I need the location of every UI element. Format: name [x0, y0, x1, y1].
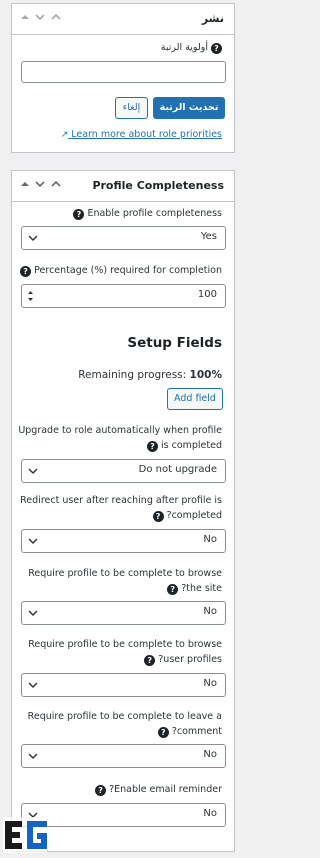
- chevron-down-icon: [28, 610, 38, 616]
- help-icon[interactable]: ?: [144, 655, 156, 666]
- comment-select[interactable]: No: [21, 744, 226, 768]
- chevron-down-icon: [28, 468, 38, 474]
- chevron-down-icon: [28, 538, 38, 544]
- priority-label: أولوية الرتبة ?: [161, 40, 222, 55]
- comment-label-line2: ?comment: [171, 726, 222, 737]
- collapse-icon[interactable]: [50, 177, 62, 191]
- browse-site-label-line2: ?the site: [181, 583, 222, 594]
- help-icon[interactable]: ?: [20, 266, 32, 277]
- upgrade-label: Upgrade to role automatically when profi…: [18, 423, 222, 453]
- browse-profiles-select[interactable]: No: [21, 673, 226, 697]
- move-down-icon[interactable]: [34, 10, 46, 24]
- profile-completeness-box: Profile Completeness ? Enable profile co…: [11, 170, 235, 852]
- enable-label-text: Enable profile completeness: [87, 208, 222, 219]
- remaining-progress: Remaining progress: 100%: [78, 368, 222, 383]
- publish-box-header: نشر: [12, 4, 234, 35]
- chevron-down-icon: [28, 753, 38, 759]
- enable-select[interactable]: Yes: [21, 226, 226, 250]
- add-field-button[interactable]: Add field: [167, 388, 223, 410]
- redirect-label-line2: ?completed: [166, 510, 222, 521]
- enable-label: ? Enable profile completeness: [73, 206, 222, 221]
- cancel-button[interactable]: إلغاء: [115, 97, 148, 119]
- help-icon[interactable]: ?: [95, 785, 107, 796]
- comment-select-value: No: [203, 749, 217, 760]
- upgrade-select-value: Do not upgrade: [138, 464, 217, 475]
- email-reminder-select-value: No: [203, 808, 217, 819]
- redirect-label-line1: Redirect user after reaching after profi…: [20, 495, 222, 506]
- percentage-input-value: 100: [197, 289, 217, 300]
- eg-logo: [3, 817, 47, 853]
- comment-label-line1: Require profile to be complete to leave …: [27, 711, 222, 722]
- publish-box-title: نشر: [201, 12, 224, 25]
- chevron-down-icon: [28, 682, 38, 688]
- collapse-icon[interactable]: [50, 10, 62, 24]
- upgrade-select[interactable]: Do not upgrade: [21, 459, 226, 483]
- move-up-icon[interactable]: [20, 177, 30, 191]
- percentage-label: ? Percentage (%) required for completion: [20, 263, 222, 278]
- browse-profiles-label: Require profile to be complete to browse…: [28, 637, 222, 667]
- number-stepper-icon[interactable]: [27, 289, 34, 303]
- box-controls: [20, 10, 62, 24]
- learn-more-link[interactable]: ↗ Learn more about role priorities: [61, 129, 222, 140]
- browse-profiles-label-line1: Require profile to be complete to browse: [28, 639, 222, 650]
- box-controls: [20, 177, 62, 191]
- redirect-select[interactable]: No: [21, 529, 226, 553]
- browse-profiles-label-line2: ?user profiles: [158, 654, 222, 665]
- help-icon[interactable]: ?: [211, 43, 222, 54]
- help-icon[interactable]: ?: [152, 511, 164, 522]
- update-role-button[interactable]: تحديث الرتبة: [153, 97, 225, 119]
- remaining-label: Remaining progress:: [78, 369, 187, 381]
- redirect-select-value: No: [203, 534, 217, 545]
- learn-more-text: Learn more about role priorities: [71, 129, 222, 140]
- help-icon[interactable]: ?: [157, 727, 169, 738]
- comment-label: Require profile to be complete to leave …: [28, 709, 222, 739]
- priority-label-text: أولوية الرتبة: [160, 42, 208, 53]
- chevron-down-icon: [28, 235, 38, 241]
- browse-site-select-value: No: [203, 606, 217, 617]
- percentage-input[interactable]: 100: [21, 284, 226, 308]
- profile-box-title: Profile Completeness: [92, 179, 224, 192]
- priority-input[interactable]: [21, 61, 226, 83]
- browse-site-label-line1: Require profile to be complete to browse: [28, 568, 222, 579]
- publish-box: نشر أولوية الرتبة ? تحديث الرتبة إلغاء ↗…: [11, 3, 235, 153]
- help-icon[interactable]: ?: [167, 584, 179, 595]
- upgrade-label-line2: is completed: [160, 440, 222, 451]
- browse-site-label: Require profile to be complete to browse…: [28, 566, 222, 596]
- browse-profiles-select-value: No: [203, 678, 217, 689]
- help-icon[interactable]: ?: [146, 441, 158, 452]
- email-reminder-label-text: ?Enable email reminder: [109, 784, 222, 795]
- profile-box-header: Profile Completeness: [12, 171, 234, 202]
- setup-fields-heading: Setup Fields: [127, 335, 222, 351]
- move-up-icon[interactable]: [20, 10, 30, 24]
- email-reminder-select[interactable]: No: [21, 803, 226, 827]
- upgrade-label-line1: Upgrade to role automatically when profi…: [18, 425, 222, 436]
- browse-site-select[interactable]: No: [21, 601, 226, 625]
- redirect-label: Redirect user after reaching after profi…: [20, 493, 222, 523]
- external-link-icon: ↗: [60, 130, 69, 140]
- remaining-value: 100%: [189, 369, 222, 381]
- move-down-icon[interactable]: [34, 177, 46, 191]
- percentage-label-text: Percentage (%) required for completion: [34, 265, 222, 276]
- help-icon[interactable]: ?: [73, 209, 85, 220]
- enable-select-value: Yes: [200, 231, 217, 242]
- email-reminder-label: ? ?Enable email reminder: [95, 782, 222, 797]
